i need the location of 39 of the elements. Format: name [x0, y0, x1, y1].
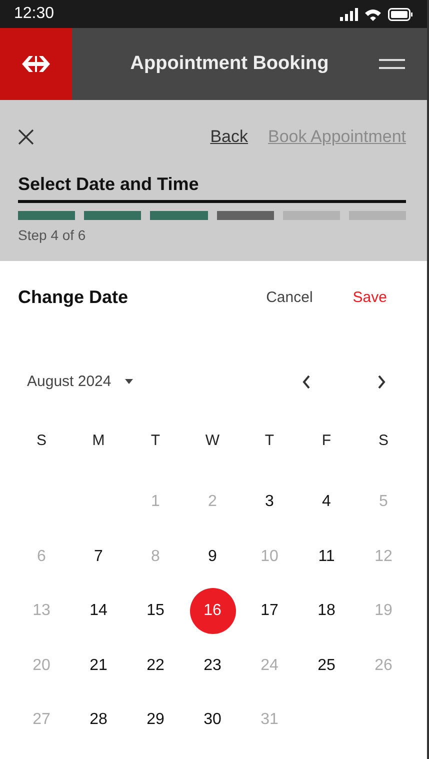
- calendar-day[interactable]: 15: [132, 588, 178, 634]
- calendar-day[interactable]: 22: [132, 642, 178, 689]
- calendar-day[interactable]: 14: [76, 588, 122, 634]
- weekday-label: T: [264, 432, 276, 451]
- calendar-day[interactable]: 18: [304, 588, 350, 634]
- weekday-label: W: [204, 432, 221, 451]
- close-icon[interactable]: [18, 129, 34, 145]
- calendar-day[interactable]: 4: [304, 479, 350, 526]
- calendar-day[interactable]: 7: [76, 534, 122, 580]
- clock: 12:30: [14, 5, 54, 23]
- month-dropdown[interactable]: August 2024: [27, 373, 134, 390]
- calendar-day[interactable]: 16: [190, 588, 236, 634]
- weekday-label: F: [320, 432, 332, 451]
- back-link[interactable]: Back: [210, 127, 248, 147]
- step-title: Select Date and Time: [18, 174, 406, 203]
- caret-icon: [125, 379, 134, 384]
- calendar-day[interactable]: 21: [76, 642, 122, 689]
- calendar-day[interactable]: 30: [190, 697, 236, 744]
- step-caption: Step 4 of 6: [18, 227, 87, 243]
- save-button[interactable]: Save: [352, 289, 387, 306]
- weekday-label: S: [377, 432, 390, 451]
- dialog-title: Change Date: [18, 287, 128, 308]
- weekday-label: M: [91, 432, 106, 451]
- calendar-day[interactable]: 11: [304, 534, 350, 580]
- cancel-button[interactable]: Cancel: [266, 289, 313, 306]
- calendar-day[interactable]: 29: [132, 697, 178, 744]
- calendar-day[interactable]: 23: [190, 642, 236, 689]
- calendar-day[interactable]: 9: [190, 534, 236, 580]
- weekday-label: S: [35, 432, 48, 451]
- wifi-icon: [365, 8, 381, 20]
- calendar-day[interactable]: 17: [246, 588, 292, 634]
- app-title: Appointment Booking: [129, 53, 330, 75]
- weekday-label: T: [150, 432, 162, 451]
- battery-icon: [388, 8, 413, 20]
- logo[interactable]: [0, 28, 72, 100]
- calendar-day[interactable]: 3: [246, 479, 292, 526]
- signal-icon: [340, 8, 358, 20]
- calendar-day[interactable]: 28: [76, 697, 122, 744]
- calendar-day[interactable]: 25: [304, 642, 350, 689]
